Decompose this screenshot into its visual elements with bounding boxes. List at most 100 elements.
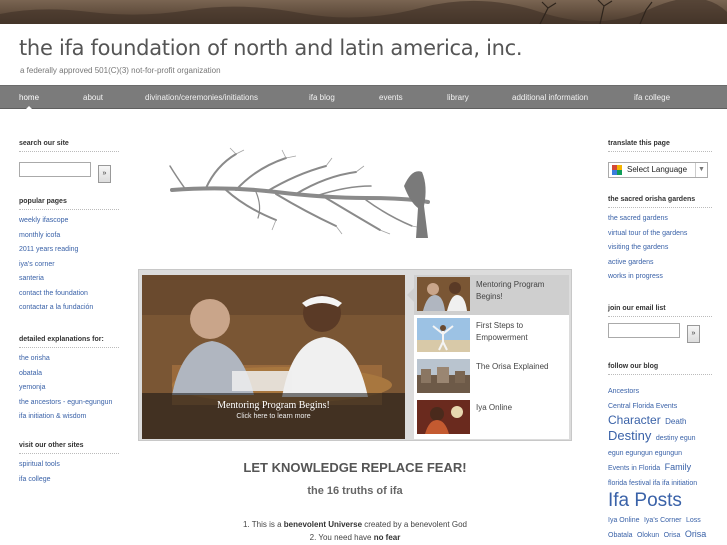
link-ifa-initiation[interactable]: ifa initiation & wisdom (19, 410, 119, 425)
blog-tag[interactable]: Events in Florida (608, 465, 660, 472)
detailed-explanations-heading: detailed explanations for: (19, 336, 119, 348)
slide-thumb-mentoring (417, 277, 470, 311)
language-select-value: Select Language (627, 165, 688, 174)
featured-slider: Mentoring Program Begins! Click here to … (138, 269, 572, 441)
nav-additional-information[interactable]: additional information (512, 86, 588, 110)
orisha-gardens-heading: the sacred orisha gardens (608, 196, 712, 208)
blog-tag[interactable]: Loss (686, 517, 701, 524)
blog-tag[interactable]: destiny egun (656, 435, 696, 442)
truths-subheading: the 16 truths of ifa (307, 485, 403, 497)
blog-tag[interactable]: Orisa (664, 532, 681, 539)
hero-tree-illustration (166, 146, 442, 240)
link-contactar-fundacion[interactable]: contactar a la fundación (19, 301, 119, 316)
blog-tag[interactable]: Family (665, 462, 692, 472)
slide-label-first-steps: First Steps to Empowerment (476, 321, 528, 342)
nav-about[interactable]: about (83, 86, 103, 110)
search-section: search our site » (19, 140, 119, 183)
featured-slide-image[interactable]: Mentoring Program Begins! Click here to … (142, 275, 405, 439)
link-weekly-ifascope[interactable]: weekly ifascope (19, 214, 119, 229)
popular-pages-section: popular pages weekly ifascope monthly ic… (19, 198, 119, 316)
translate-heading: translate this page (608, 140, 712, 152)
link-yemonja[interactable]: yemonja (19, 381, 119, 396)
detailed-explanations-section: detailed explanations for: the orisha ob… (19, 336, 119, 425)
slide-label-mentoring: Mentoring Program Begins! (476, 280, 545, 301)
link-the-orisha[interactable]: the orisha (19, 352, 119, 367)
slide-caption-title: Mentoring Program Begins! (217, 400, 330, 411)
slide-thumb-first-steps (417, 318, 470, 352)
slide-label-orisa-explained: The Orisa Explained (476, 362, 549, 371)
email-submit-button[interactable]: » (687, 325, 700, 343)
slide-caption[interactable]: Mentoring Program Begins! Click here to … (142, 393, 405, 439)
email-heading: join our email list (608, 305, 712, 317)
blog-tag[interactable]: Ancestors (608, 388, 639, 395)
link-2011-years-reading[interactable]: 2011 years reading (19, 243, 119, 258)
nav-library[interactable]: library (447, 86, 469, 110)
truth-2-bold: no fear (373, 533, 401, 542)
other-sites-section: visit our other sites spiritual tools if… (19, 442, 119, 487)
truth-2-pre: 2. You need have (309, 533, 374, 542)
blog-tag[interactable]: Destiny (608, 428, 651, 443)
slide-thumbnail-list: Mentoring Program Begins! First Steps to… (407, 275, 569, 439)
link-works-in-progress[interactable]: works in progress (608, 270, 712, 285)
main-navigation: home about divination/ceremonies/initiat… (0, 85, 727, 111)
slide-item-orisa-explained[interactable]: The Orisa Explained (414, 357, 569, 397)
blog-tag[interactable]: Character (608, 413, 661, 427)
blog-tag[interactable]: florida festival ifa ifa initiation (608, 480, 697, 487)
blog-tag[interactable]: Olokun (637, 532, 659, 539)
email-input[interactable] (608, 323, 680, 338)
blog-tag-cloud: Ancestors Central Florida Events Charact… (608, 383, 712, 542)
slide-caption-link[interactable]: Click here to learn more (142, 413, 405, 420)
slide-thumb-orisa-explained (417, 359, 470, 393)
blog-tag[interactable]: Iya's Corner (644, 517, 682, 524)
site-tagline: a federally approved 501(C)(3) not-for-p… (20, 66, 221, 75)
link-active-gardens[interactable]: active gardens (608, 256, 712, 271)
nav-home[interactable]: home (19, 86, 39, 111)
link-contact-foundation[interactable]: contact the foundation (19, 287, 119, 302)
link-monthly-icofa[interactable]: monthly icofa (19, 229, 119, 244)
slide-thumb-iya-online (417, 400, 470, 434)
google-icon (612, 165, 622, 175)
blog-section: follow our blog Ancestors Central Florid… (608, 363, 712, 539)
blog-tag[interactable]: Central Florida Events (608, 403, 677, 410)
blog-tag[interactable]: Orisa (685, 529, 707, 539)
chevron-down-icon: ▼ (695, 163, 707, 177)
other-sites-heading: visit our other sites (19, 442, 119, 454)
link-virtual-tour[interactable]: virtual tour of the gardens (608, 227, 712, 242)
blog-tag[interactable]: Ifa Posts (608, 490, 682, 511)
blog-tag[interactable]: egun egungun egungun (608, 450, 682, 457)
link-visiting-gardens[interactable]: visiting the gardens (608, 241, 712, 256)
blog-tag[interactable]: Death (665, 417, 686, 426)
slide-item-first-steps[interactable]: First Steps to Empowerment (414, 316, 569, 356)
blog-heading: follow our blog (608, 363, 712, 375)
link-iyas-corner[interactable]: iya's corner (19, 258, 119, 273)
link-ifa-college[interactable]: ifa college (19, 473, 119, 488)
nav-events[interactable]: events (379, 86, 403, 110)
truth-item-1: 1. This is a benevolent Universe created… (138, 520, 572, 529)
translate-section: translate this page Select Language ▼ (608, 140, 712, 178)
popular-pages-heading: popular pages (19, 198, 119, 210)
link-the-ancestors[interactable]: the ancestors - egun-egungun (19, 396, 119, 411)
blog-tag[interactable]: Obatala (608, 532, 633, 539)
link-santeria[interactable]: santeria (19, 272, 119, 287)
language-select[interactable]: Select Language ▼ (608, 162, 708, 178)
motto-heading: LET KNOWLEDGE REPLACE FEAR! (243, 460, 467, 475)
truth-item-2: 2. You need have no fear (138, 533, 572, 542)
search-button[interactable]: » (98, 165, 111, 183)
site-title[interactable]: the ifa foundation of north and latin am… (19, 36, 523, 60)
search-heading: search our site (19, 140, 119, 152)
nav-divination[interactable]: divination/ceremonies/initiations (145, 86, 258, 110)
nav-ifa-college[interactable]: ifa college (634, 86, 670, 110)
blog-tag[interactable]: Iya Online (608, 517, 640, 524)
truth-1-pre: 1. This is a (243, 520, 284, 529)
nav-ifa-blog[interactable]: ifa blog (309, 86, 335, 110)
truth-1-post: created by a benevolent God (362, 520, 467, 529)
truth-1-bold: benevolent Universe (283, 520, 363, 529)
slide-item-mentoring[interactable]: Mentoring Program Begins! (407, 275, 569, 315)
slide-label-iya-online: Iya Online (476, 403, 513, 412)
search-input[interactable] (19, 162, 91, 177)
link-spiritual-tools[interactable]: spiritual tools (19, 458, 119, 473)
orisha-gardens-section: the sacred orisha gardens the sacred gar… (608, 196, 712, 285)
link-sacred-gardens[interactable]: the sacred gardens (608, 212, 712, 227)
slide-item-iya-online[interactable]: Iya Online (414, 398, 569, 438)
link-obatala[interactable]: obatala (19, 367, 119, 382)
